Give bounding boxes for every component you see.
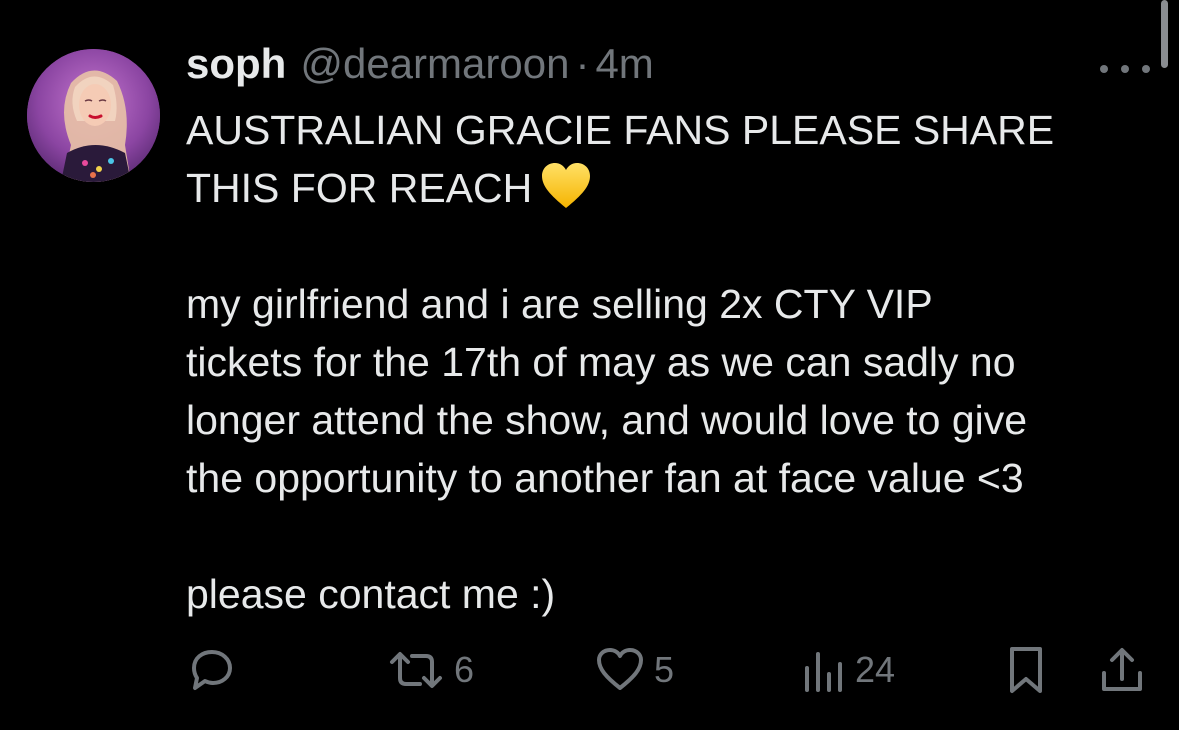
avatar[interactable] <box>27 49 160 182</box>
post-text-line-with-emoji: THIS FOR REACH <box>186 159 1161 217</box>
post-text-line: my girlfriend and i are selling 2x CTY V… <box>186 281 933 327</box>
avatar-image <box>27 49 160 182</box>
ellipsis-dot <box>1142 65 1150 73</box>
post-header: soph @dearmaroon · 4m <box>186 40 654 100</box>
post-text-line: the opportunity to another fan at face v… <box>186 455 1024 501</box>
post-text-line: THIS FOR REACH <box>186 165 533 211</box>
like-button[interactable]: 5 <box>596 640 674 700</box>
ellipsis-icon[interactable] <box>1100 56 1150 82</box>
views-button[interactable]: 24 <box>803 640 895 700</box>
display-name[interactable]: soph <box>186 40 286 88</box>
heart-icon <box>597 648 643 690</box>
views-count: 24 <box>855 649 896 690</box>
bookmark-icon <box>1010 647 1042 693</box>
ellipsis-dot <box>1121 65 1129 73</box>
repost-icon <box>390 652 442 688</box>
repost-count: 6 <box>454 649 475 690</box>
repost-button[interactable]: 6 <box>388 640 474 700</box>
reply-button[interactable] <box>186 640 236 700</box>
like-count: 5 <box>654 649 675 690</box>
post-text-line: please contact me :) <box>186 571 556 617</box>
action-bar: 6 5 24 <box>0 640 1179 700</box>
scrollbar[interactable] <box>1161 0 1168 68</box>
share-icon <box>1102 648 1142 691</box>
post-text-line: longer attend the show, and would love t… <box>186 397 1028 443</box>
share-button[interactable] <box>1100 640 1144 700</box>
post[interactable]: soph @dearmaroon · 4m AUSTRALIAN GRACIE … <box>0 0 1179 730</box>
ellipsis-dot <box>1100 65 1108 73</box>
timestamp[interactable]: 4m <box>595 40 653 88</box>
user-handle[interactable]: @dearmaroon <box>300 40 569 88</box>
views-icon <box>805 652 842 692</box>
separator-dot: · <box>575 40 590 87</box>
post-text-line: AUSTRALIAN GRACIE FANS PLEASE SHARE <box>186 107 1055 153</box>
post-text-line: tickets for the 17th of may as we can sa… <box>186 339 1016 385</box>
yellow-heart-icon <box>542 163 591 208</box>
reply-icon <box>192 650 232 690</box>
post-text: AUSTRALIAN GRACIE FANS PLEASE SHARE THIS… <box>186 101 1161 623</box>
bookmark-button[interactable] <box>1006 640 1046 700</box>
